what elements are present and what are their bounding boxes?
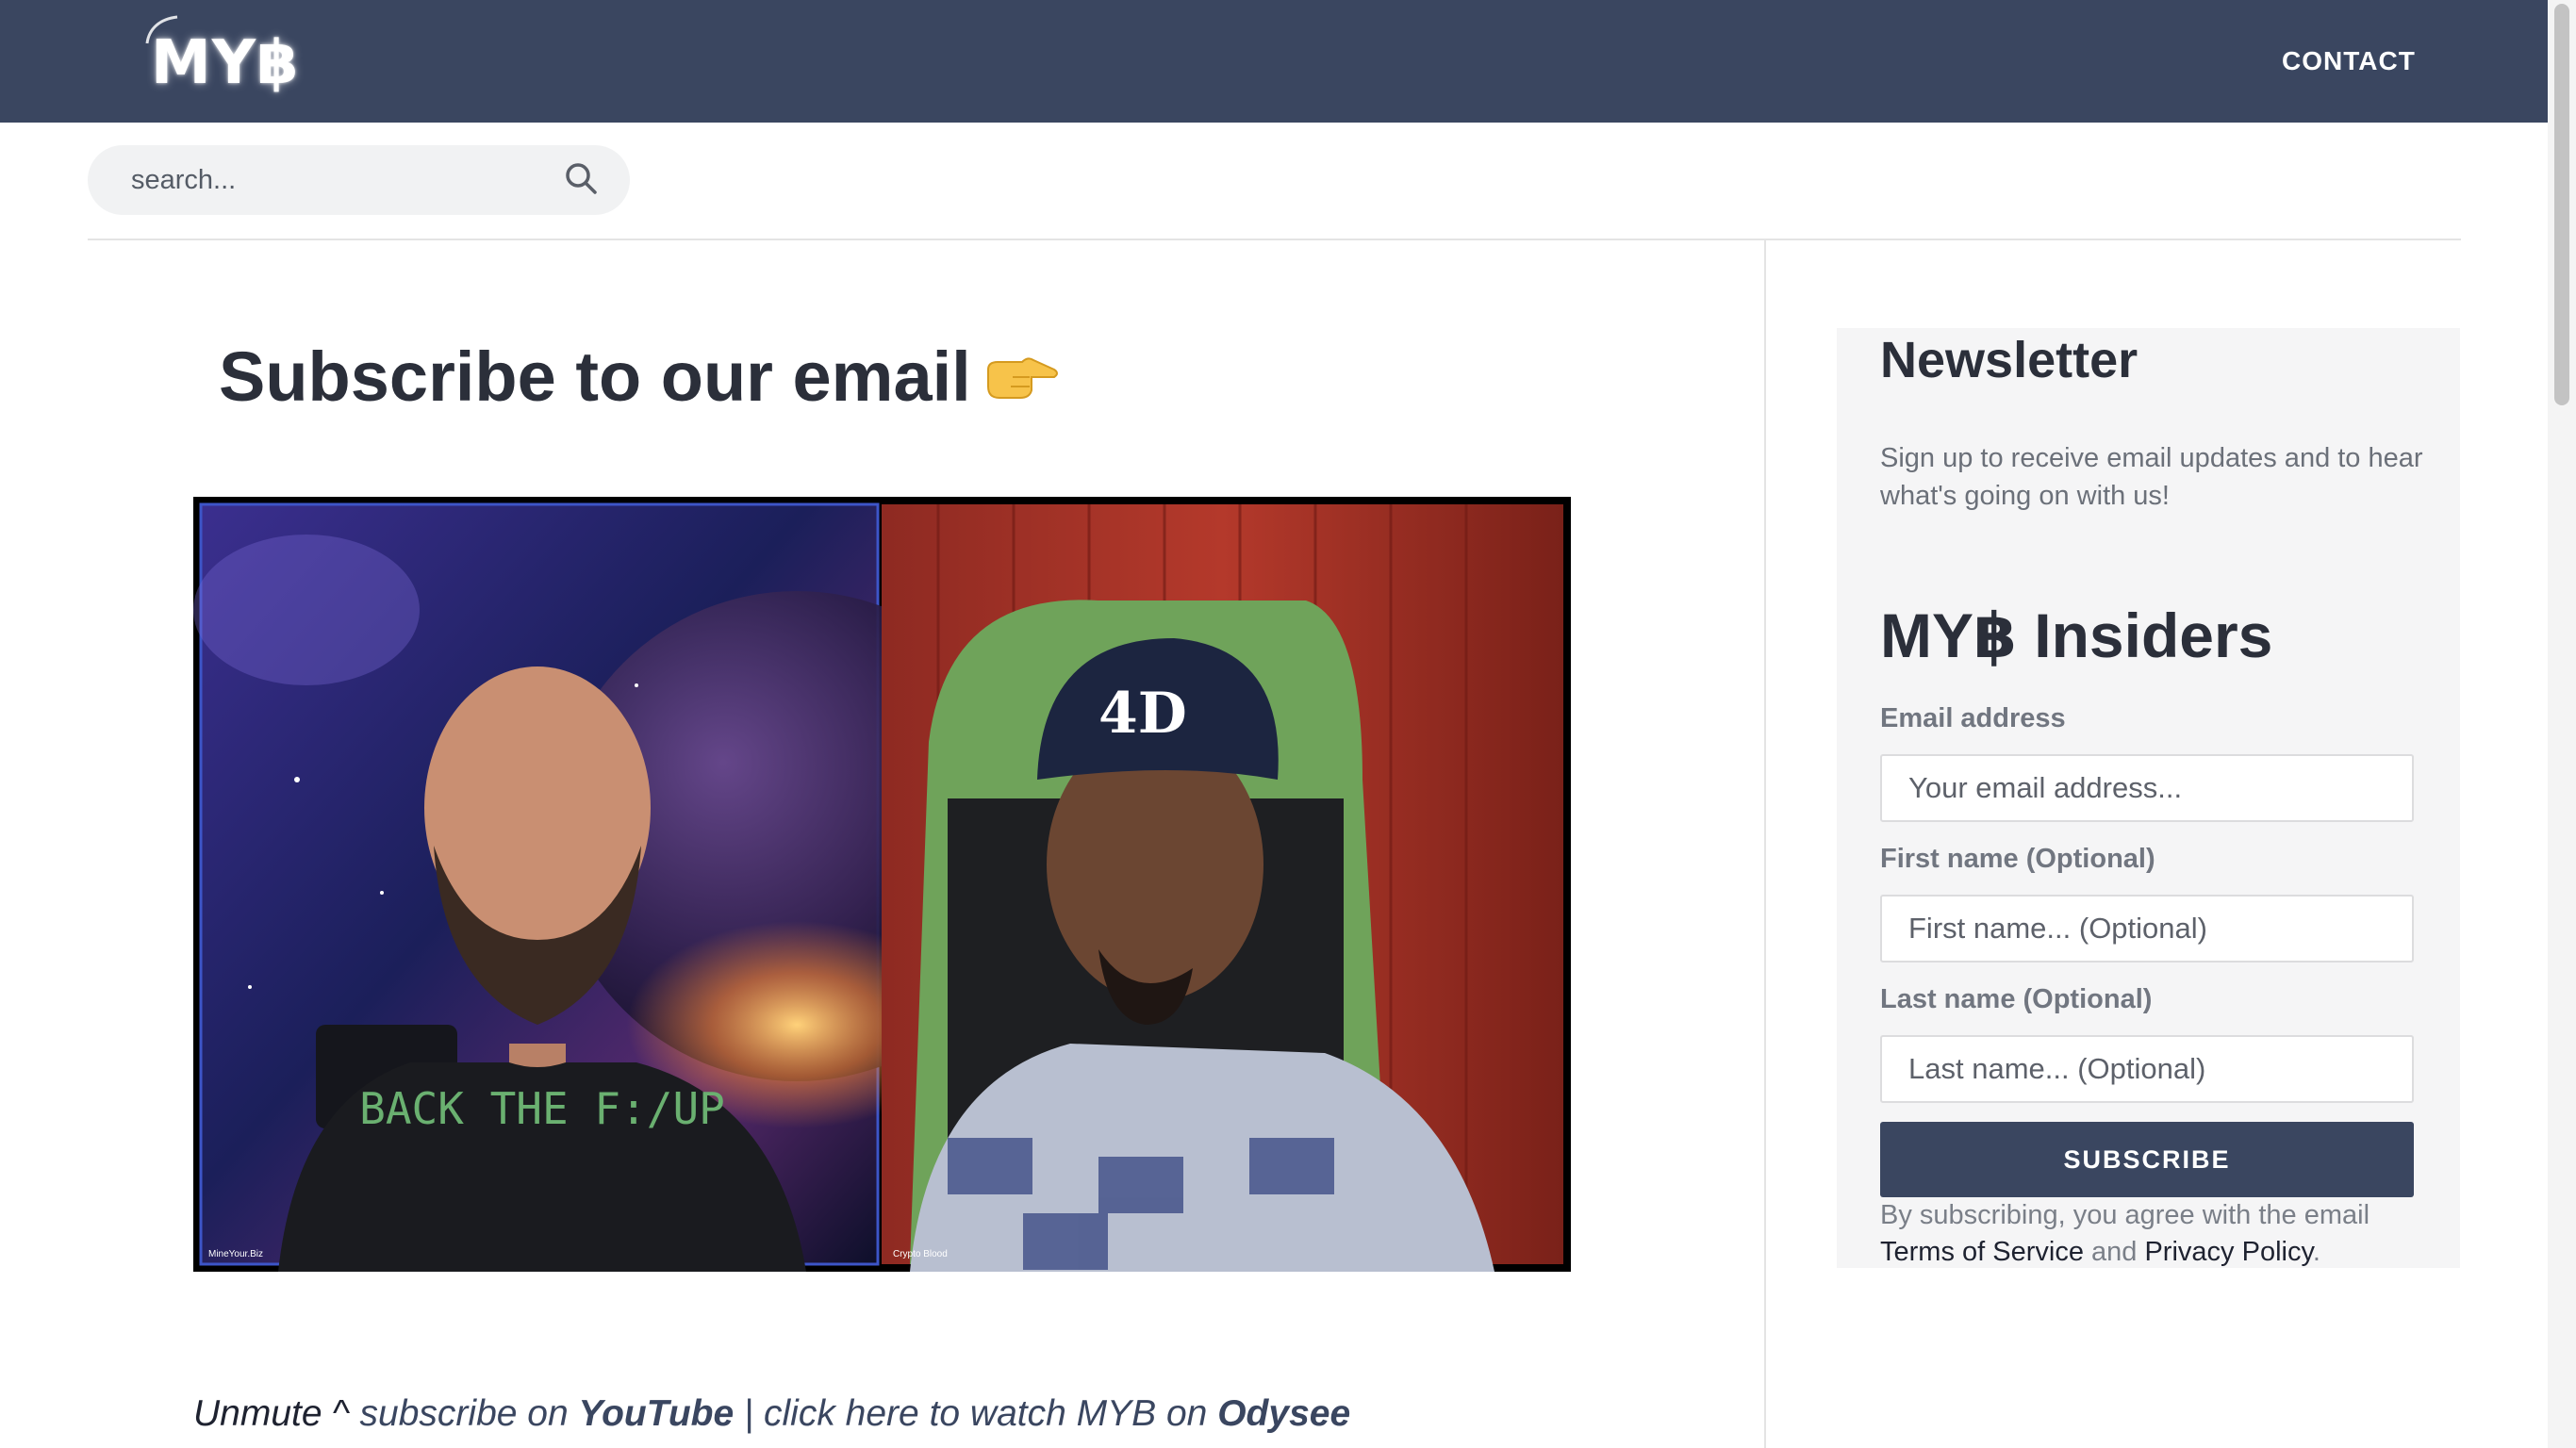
site-header: MY฿ CONTACT bbox=[0, 0, 2548, 123]
last-name-field[interactable] bbox=[1880, 1035, 2414, 1103]
page-title-text: Subscribe to our email bbox=[219, 337, 971, 416]
search-bar bbox=[88, 145, 630, 215]
insiders-form-title: MY฿ Insiders bbox=[1880, 601, 2273, 670]
scrollbar-thumb[interactable] bbox=[2554, 4, 2569, 405]
legal-and: and bbox=[2091, 1237, 2138, 1267]
odysee-link[interactable]: Odysee bbox=[1217, 1393, 1350, 1434]
newsletter-title: Newsletter bbox=[1880, 332, 2138, 388]
site-logo[interactable]: MY฿ bbox=[145, 15, 300, 106]
search-input[interactable] bbox=[131, 145, 537, 215]
right-tile-label: Crypto Blood bbox=[893, 1249, 948, 1259]
email-field[interactable] bbox=[1880, 754, 2414, 822]
header-divider bbox=[88, 239, 2461, 240]
search-icon[interactable] bbox=[564, 161, 600, 197]
email-label: Email address bbox=[1880, 703, 2066, 733]
page: MY฿ CONTACT Subscribe to our email bbox=[0, 0, 2548, 1448]
newsletter-description: Sign up to receive email updates and to … bbox=[1880, 443, 2423, 511]
youtube-link[interactable]: YouTube bbox=[579, 1393, 735, 1434]
first-name-field[interactable] bbox=[1880, 895, 2414, 963]
video-player[interactable]: BACK THE F:/UP MineYour.Biz 4D Crypto Bl… bbox=[193, 497, 1571, 1272]
last-name-label: Last name (Optional) bbox=[1880, 984, 2153, 1014]
video-frame: BACK THE F:/UP MineYour.Biz 4D Crypto Bl… bbox=[193, 502, 1563, 1272]
caption-part2: | click here to watch MYB on bbox=[744, 1393, 1208, 1434]
caption-part1: subscribe on bbox=[359, 1393, 569, 1434]
sidebar-divider bbox=[1764, 240, 1766, 1448]
first-name-label: First name (Optional) bbox=[1880, 844, 2155, 874]
privacy-policy-link[interactable]: Privacy Policy bbox=[2144, 1237, 2312, 1267]
left-tile-label: MineYour.Biz bbox=[208, 1249, 263, 1259]
nav-contact-link[interactable]: CONTACT bbox=[2282, 38, 2416, 85]
page-title: Subscribe to our email bbox=[219, 325, 1060, 429]
subscribe-button[interactable]: SUBSCRIBE bbox=[1880, 1122, 2414, 1197]
svg-text:4D: 4D bbox=[1098, 681, 1187, 747]
caption-lead: Unmute ^ bbox=[193, 1393, 350, 1434]
terms-of-service-link[interactable]: Terms of Service bbox=[1880, 1237, 2084, 1267]
logo-swoosh-icon bbox=[145, 15, 178, 44]
pointing-right-hand-icon bbox=[984, 330, 1060, 434]
shirt-text: BACK THE F:/UP bbox=[359, 1083, 725, 1134]
video-caption: Unmute ^ subscribe on YouTube | click he… bbox=[193, 1388, 1350, 1440]
legal-suffix: . bbox=[2312, 1237, 2320, 1267]
legal-prefix: By subscribing, you agree with the email bbox=[1880, 1200, 2370, 1230]
legal-notice: By subscribing, you agree with the email… bbox=[1880, 1197, 2446, 1271]
